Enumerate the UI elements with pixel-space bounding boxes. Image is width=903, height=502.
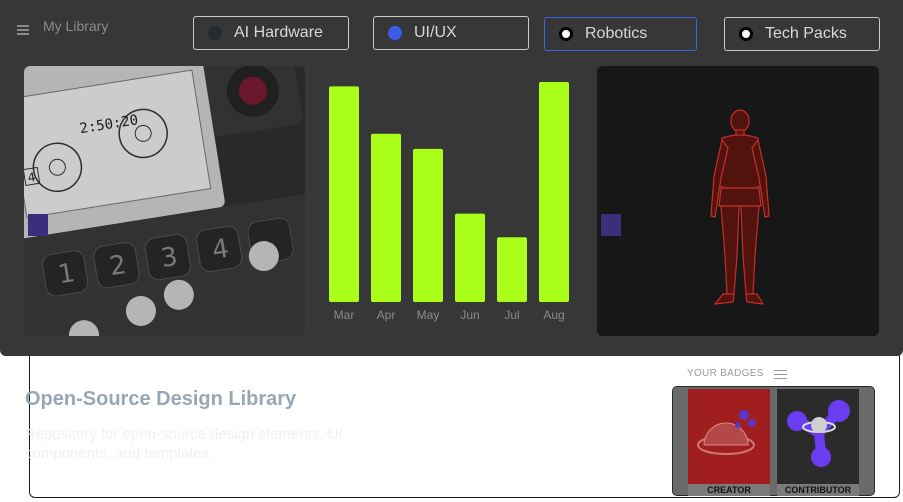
contributor-badge[interactable]: CONTRIBUTOR: [777, 389, 859, 496]
planet-icon: [697, 410, 756, 455]
synth-device-illustration: 2:50:20 4 1 2 3 4: [24, 66, 305, 336]
ui-ux-dot-icon: [388, 26, 402, 40]
image-slider-handle[interactable]: [601, 214, 621, 236]
x-tick-label: Jun: [460, 308, 479, 322]
tab-ai-hardware[interactable]: AI Hardware: [193, 16, 349, 50]
x-tick-label: Mar: [334, 308, 355, 322]
image-slider-handle[interactable]: [28, 214, 48, 236]
x-tick-label: Apr: [377, 308, 396, 322]
tab-tech-packs[interactable]: Tech Packs: [724, 17, 880, 51]
library-title: My Library: [43, 18, 109, 34]
bar-may: [413, 148, 443, 302]
tab-label: Robotics: [585, 25, 648, 42]
section-title: Open-Source Design Library: [25, 388, 297, 410]
wireframe-human-illustration: [597, 66, 879, 336]
robotics-body-image[interactable]: [597, 66, 879, 336]
tech-packs-radio-icon: [739, 27, 753, 41]
badge-caption: CREATOR: [688, 484, 770, 496]
tab-label: Tech Packs: [765, 25, 847, 42]
bar-apr: [371, 133, 401, 302]
tab-ui-ux[interactable]: UI/UX: [373, 16, 529, 50]
tab-label: AI Hardware: [234, 24, 323, 41]
bar-mar: [329, 86, 359, 302]
badges-menu-icon[interactable]: [774, 370, 787, 382]
badges-panel: CREATOR CONTRIBUTOR: [672, 386, 875, 496]
section-description: Repository for open-source design elemen…: [25, 426, 343, 462]
x-tick-label: Aug: [543, 308, 564, 322]
x-tick-label: May: [417, 308, 440, 322]
bar-jun: [455, 213, 485, 302]
tab-robotics[interactable]: Robotics: [544, 17, 697, 51]
badges-label: YOUR BADGES: [687, 368, 764, 379]
x-tick-label: Jul: [504, 308, 519, 322]
network-icon: [787, 400, 850, 467]
top-panel: My Library AI Hardware UI/UX Robotics Te…: [0, 0, 903, 356]
ai-hardware-dot-icon: [208, 26, 222, 40]
creator-badge[interactable]: CREATOR: [688, 389, 770, 496]
bar-jul: [497, 237, 527, 302]
badge-caption: CONTRIBUTOR: [777, 484, 859, 496]
tab-label: UI/UX: [414, 24, 457, 41]
hamburger-menu-icon[interactable]: [17, 25, 29, 35]
monthly-bar-chart: Mar Apr May Jun Jul Aug: [329, 82, 569, 322]
robotics-radio-icon: [559, 27, 573, 41]
bar-aug: [539, 82, 569, 302]
hardware-device-image[interactable]: 2:50:20 4 1 2 3 4: [24, 66, 305, 336]
